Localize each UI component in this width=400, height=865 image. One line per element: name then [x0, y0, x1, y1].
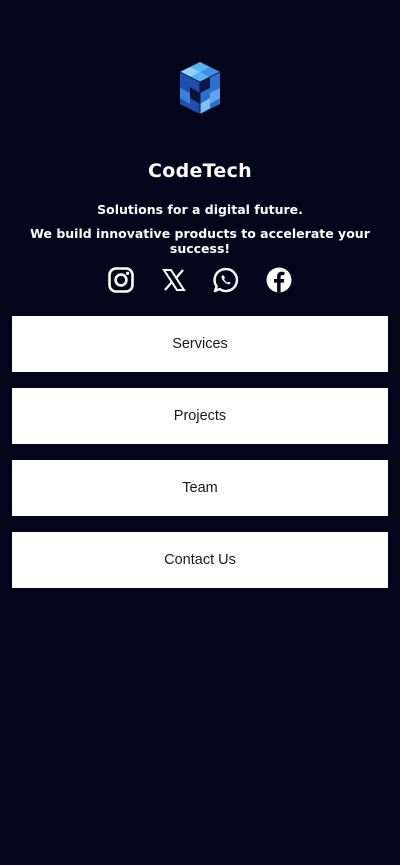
- social-links: [0, 266, 400, 296]
- x-twitter-icon[interactable]: [160, 266, 188, 294]
- isometric-cube-logo-icon: [179, 62, 221, 114]
- whatsapp-icon[interactable]: [212, 266, 240, 294]
- instagram-icon[interactable]: [107, 266, 135, 294]
- brand-name: CodeTech: [148, 160, 252, 182]
- services-button[interactable]: Services: [12, 316, 388, 372]
- tagline-line-1: Solutions for a digital future.: [97, 202, 303, 217]
- brand-logo: [176, 60, 224, 118]
- tagline-line-2: We build innovative products to accelera…: [30, 226, 370, 256]
- facebook-icon[interactable]: [265, 266, 293, 294]
- projects-button[interactable]: Projects: [12, 388, 388, 444]
- team-button[interactable]: Team: [12, 460, 388, 516]
- contact-us-button[interactable]: Contact Us: [12, 532, 388, 588]
